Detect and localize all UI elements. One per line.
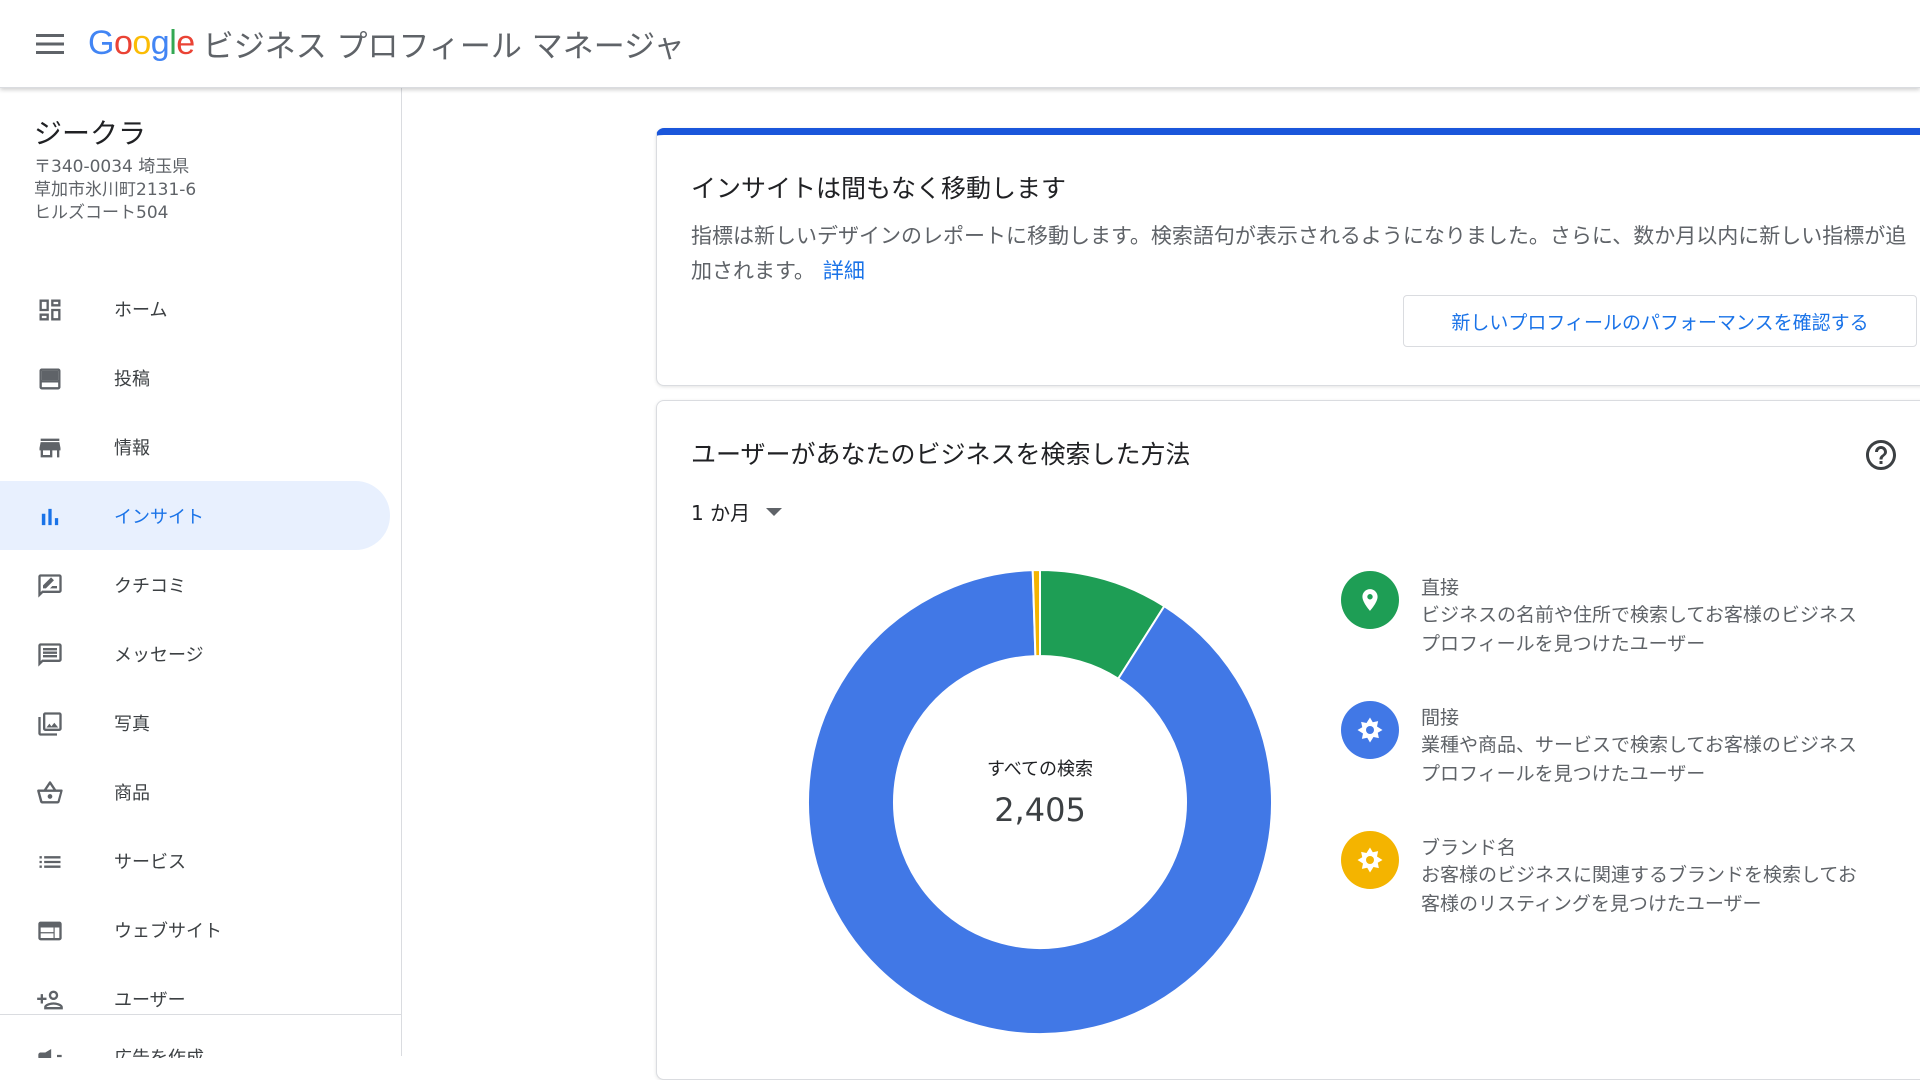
brand-icon bbox=[1357, 847, 1383, 873]
insights-moving-notice: インサイトは間もなく移動します 指標は新しいデザインのレポートに移動します。検索… bbox=[656, 128, 1920, 386]
donut-center-value: 2,405 bbox=[994, 791, 1086, 829]
sidebar-divider bbox=[0, 1014, 402, 1015]
sidebar-item-services[interactable]: サービス bbox=[0, 826, 390, 895]
sidebar-item-info[interactable]: 情報 bbox=[0, 412, 390, 481]
sidebar-item-create-ad[interactable]: 広告を作成 bbox=[36, 1038, 336, 1058]
legend-item-discovery: 間接 業種や商品、サービスで検索してお客様のビジネス プロフィールを見つけたユー… bbox=[1341, 701, 1901, 831]
legend-item-direct: 直接 ビジネスの名前や住所で検索してお客様のビジネス プロフィールを見つけたユー… bbox=[1341, 571, 1901, 701]
sidebar-item-posts[interactable]: 投稿 bbox=[0, 343, 390, 412]
learn-more-link[interactable]: 詳細 bbox=[823, 259, 865, 283]
storefront-icon bbox=[39, 438, 61, 458]
posts-icon bbox=[39, 368, 61, 390]
sidebar-item-insights[interactable]: インサイト bbox=[0, 481, 390, 550]
rate-review-icon bbox=[38, 574, 62, 598]
dashboard-icon bbox=[39, 299, 61, 321]
sidebar-item-users[interactable]: ユーザー bbox=[0, 964, 390, 1033]
notice-body: 指標は新しいデザインのレポートに移動します。検索語句が表示されるようになりました… bbox=[691, 224, 1907, 283]
view-new-performance-button[interactable]: 新しいプロフィールのパフォーマンスを確認する bbox=[1403, 295, 1917, 347]
location-pin-icon bbox=[1362, 589, 1378, 611]
search-breakdown-card: ユーザーがあなたのビジネスを検索した方法 1 か月 すべての検索 2,405 直… bbox=[656, 400, 1920, 1080]
business-address: 〒340-0034 埼玉県 草加市氷川町2131-6 ヒルズコート504 bbox=[34, 157, 197, 223]
hamburger-menu-icon bbox=[36, 33, 64, 54]
search-legend: 直接 ビジネスの名前や住所で検索してお客様のビジネス プロフィールを見つけたユー… bbox=[1341, 571, 1901, 961]
message-icon bbox=[38, 643, 62, 667]
legend-dot-discovery bbox=[1341, 701, 1399, 759]
discovery-icon bbox=[1357, 717, 1383, 743]
legend-item-branded: ブランド名 お客様のビジネスに関連するブランドを検索してお客様のリスティングを見… bbox=[1341, 831, 1901, 961]
notice-title: インサイトは間もなく移動します bbox=[691, 174, 1067, 203]
sidebar-item-website[interactable]: ウェブサイト bbox=[0, 895, 390, 964]
help-icon[interactable] bbox=[1863, 437, 1899, 473]
photo-library-icon bbox=[38, 712, 62, 736]
dropdown-caret-icon bbox=[766, 507, 783, 516]
sidebar-item-home[interactable]: ホーム bbox=[0, 274, 390, 343]
sidebar-item-photos[interactable]: 写真 bbox=[0, 688, 390, 757]
business-name: ジークラ bbox=[34, 117, 147, 150]
period-dropdown[interactable]: 1 か月 bbox=[691, 497, 783, 526]
list-icon bbox=[39, 856, 61, 868]
sidebar-item-reviews[interactable]: クチコミ bbox=[0, 550, 390, 619]
shopping-basket-icon bbox=[37, 781, 63, 804]
sidebar-nav: ホーム 投稿 情報 インサイト クチコミ メッセージ 写真 商品 サービス ウェ… bbox=[0, 274, 402, 1033]
app-header: Google ビジネス プロフィール マネージャ bbox=[0, 0, 1920, 88]
person-add-icon bbox=[37, 990, 63, 1010]
main-menu-button[interactable] bbox=[26, 20, 74, 68]
product-name: ビジネス プロフィール マネージャ bbox=[202, 29, 685, 65]
donut-center-label: すべての検索 bbox=[986, 759, 1094, 780]
google-logo[interactable]: Google bbox=[88, 24, 195, 63]
web-icon bbox=[38, 921, 62, 941]
sidebar: ジークラ 〒340-0034 埼玉県 草加市氷川町2131-6 ヒルズコート50… bbox=[0, 88, 402, 1058]
bar-chart-icon bbox=[41, 508, 59, 526]
sidebar-item-products[interactable]: 商品 bbox=[0, 757, 390, 826]
search-card-title: ユーザーがあなたのビジネスを検索した方法 bbox=[691, 440, 1191, 469]
legend-dot-direct bbox=[1341, 571, 1399, 629]
sidebar-item-messages[interactable]: メッセージ bbox=[0, 619, 390, 688]
legend-dot-branded bbox=[1341, 831, 1399, 889]
